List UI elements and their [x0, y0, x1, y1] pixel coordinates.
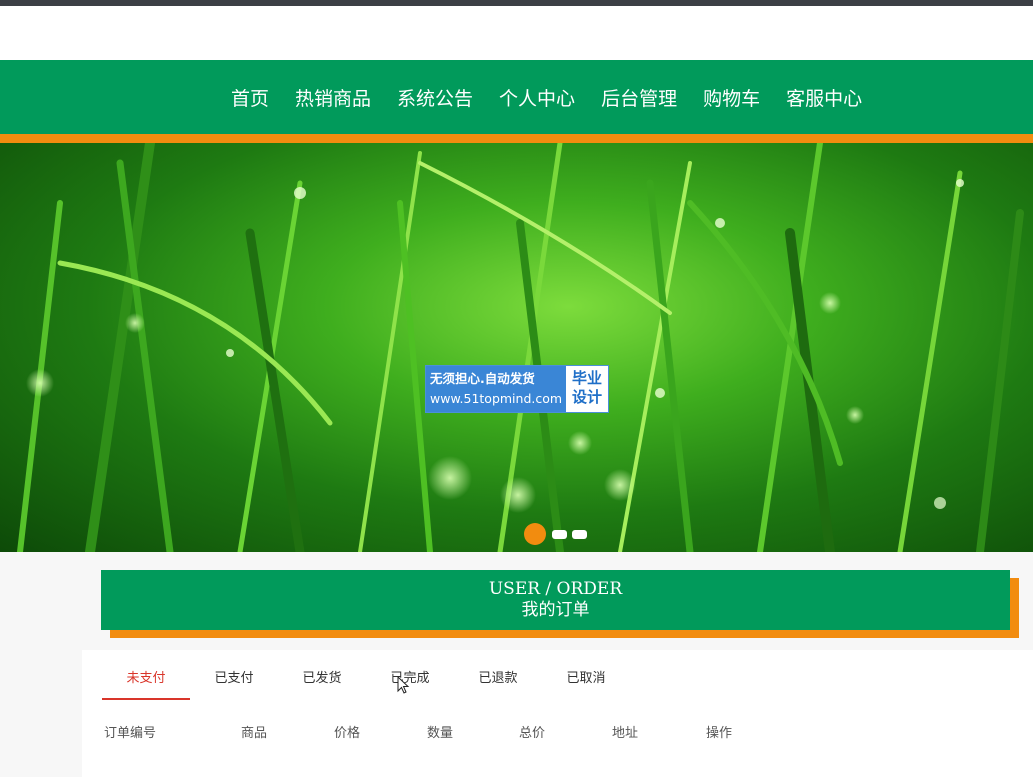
banner-grass-image	[17, 143, 1024, 552]
watermark-line2: www.51topmind.com	[430, 391, 563, 406]
table-header: 订单编号 商品 价格 数量 总价 地址 操作	[104, 722, 766, 741]
column-product: 商品	[241, 726, 268, 741]
tab-cancelled[interactable]: 已取消	[542, 666, 630, 698]
nav-item-hot-products[interactable]: 热销商品	[282, 84, 384, 111]
carousel-dot-active[interactable]	[524, 523, 546, 545]
column-quantity: 数量	[427, 726, 454, 741]
section-title-en: USER / ORDER	[488, 579, 623, 599]
watermark-right-line1: 毕业	[572, 369, 603, 387]
section-header: USER / ORDER 我的订单	[101, 570, 1010, 630]
tab-shipped[interactable]: 已发货	[278, 666, 366, 698]
banner-carousel[interactable]	[0, 143, 1033, 552]
nav-item-cart[interactable]: 购物车	[690, 84, 773, 111]
header-band	[0, 6, 1033, 60]
nav-item-announcements[interactable]: 系统公告	[384, 84, 486, 111]
watermark-line1: 无须担心.自动发货	[430, 371, 535, 386]
tab-refunded[interactable]: 已退款	[454, 666, 542, 698]
nav-item-admin[interactable]: 后台管理	[588, 84, 690, 111]
mouse-cursor-icon	[397, 676, 410, 694]
tab-paid[interactable]: 已支付	[190, 666, 278, 698]
column-order-number: 订单编号	[104, 726, 157, 741]
nav-accent-bar	[0, 134, 1033, 143]
carousel-dot[interactable]	[572, 529, 587, 539]
orders-panel: 未支付 已支付 已发货 已完成 已退款 已取消 订单编号 商品 价格 数量 总价…	[82, 650, 1033, 777]
nav-item-customer-service[interactable]: 客服中心	[773, 84, 875, 111]
nav-item-home[interactable]: 首页	[218, 84, 282, 111]
carousel-dot[interactable]	[552, 529, 567, 539]
watermark-text-block: 无须担心.自动发货 www.51topmind.com	[426, 366, 567, 412]
nav-items: 首页 热销商品 系统公告 个人中心 后台管理 购物车 客服中心	[218, 60, 875, 134]
column-price: 价格	[334, 726, 361, 741]
watermark-label: 毕业 设计	[566, 366, 608, 412]
order-status-tabs: 未支付 已支付 已发货 已完成 已退款 已取消	[102, 666, 630, 700]
section-title-cn: 我的订单	[521, 600, 590, 620]
column-address: 地址	[612, 726, 639, 741]
nav-item-personal-center[interactable]: 个人中心	[486, 84, 588, 111]
column-actions: 操作	[706, 726, 733, 741]
main-nav: 首页 热销商品 系统公告 个人中心 后台管理 购物车 客服中心	[0, 60, 1033, 134]
carousel-indicators	[524, 523, 592, 545]
tab-unpaid[interactable]: 未支付	[102, 666, 190, 700]
column-total: 总价	[519, 726, 546, 741]
watermark-right-line2: 设计	[572, 388, 603, 406]
watermark-badge: 无须担心.自动发货 www.51topmind.com 毕业 设计	[425, 365, 610, 413]
